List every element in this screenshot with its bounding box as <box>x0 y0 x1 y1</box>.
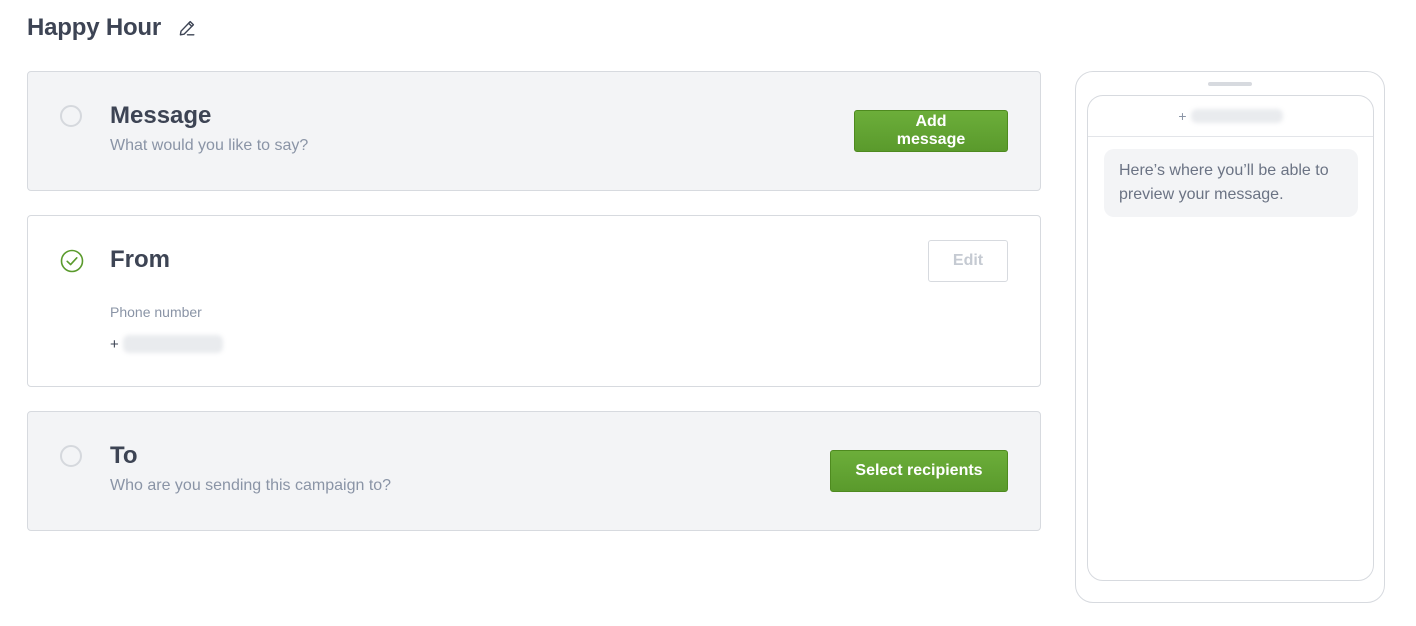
message-section: Message What would you like to say? Add … <box>27 71 1041 191</box>
to-status-circle <box>60 445 82 467</box>
phone-screen: + Here’s where you’ll be able to preview… <box>1087 95 1374 581</box>
message-status-circle <box>60 105 82 127</box>
phone-preview: + Here’s where you’ll be able to preview… <box>1075 71 1385 603</box>
check-circle-icon <box>60 249 84 273</box>
message-section-title: Message <box>110 102 212 129</box>
pencil-icon[interactable] <box>177 18 197 38</box>
message-section-subtitle: What would you like to say? <box>110 137 309 154</box>
redacted-recipient-number <box>1190 109 1283 123</box>
phone-speaker <box>1208 82 1252 86</box>
page-title: Happy Hour <box>27 14 162 41</box>
message-preview-bubble: Here’s where you’ll be able to preview y… <box>1104 149 1358 217</box>
phone-number-value: + <box>110 334 223 354</box>
phone-number-label: Phone number <box>110 304 202 320</box>
phone-prefix: + <box>110 335 119 353</box>
to-section-title: To <box>110 442 138 469</box>
recipient-prefix: + <box>1178 108 1187 124</box>
redacted-phone-number <box>122 335 223 353</box>
phone-recipient-header: + <box>1088 96 1373 137</box>
to-section: To Who are you sending this campaign to?… <box>27 411 1041 531</box>
edit-from-button[interactable]: Edit <box>928 240 1008 282</box>
add-message-button[interactable]: Add message <box>854 110 1008 152</box>
select-recipients-button[interactable]: Select recipients <box>830 450 1008 492</box>
from-section: From Edit Phone number + <box>27 215 1041 387</box>
from-section-title: From <box>110 246 170 273</box>
page-header: Happy Hour <box>27 12 197 44</box>
to-section-subtitle: Who are you sending this campaign to? <box>110 477 392 494</box>
